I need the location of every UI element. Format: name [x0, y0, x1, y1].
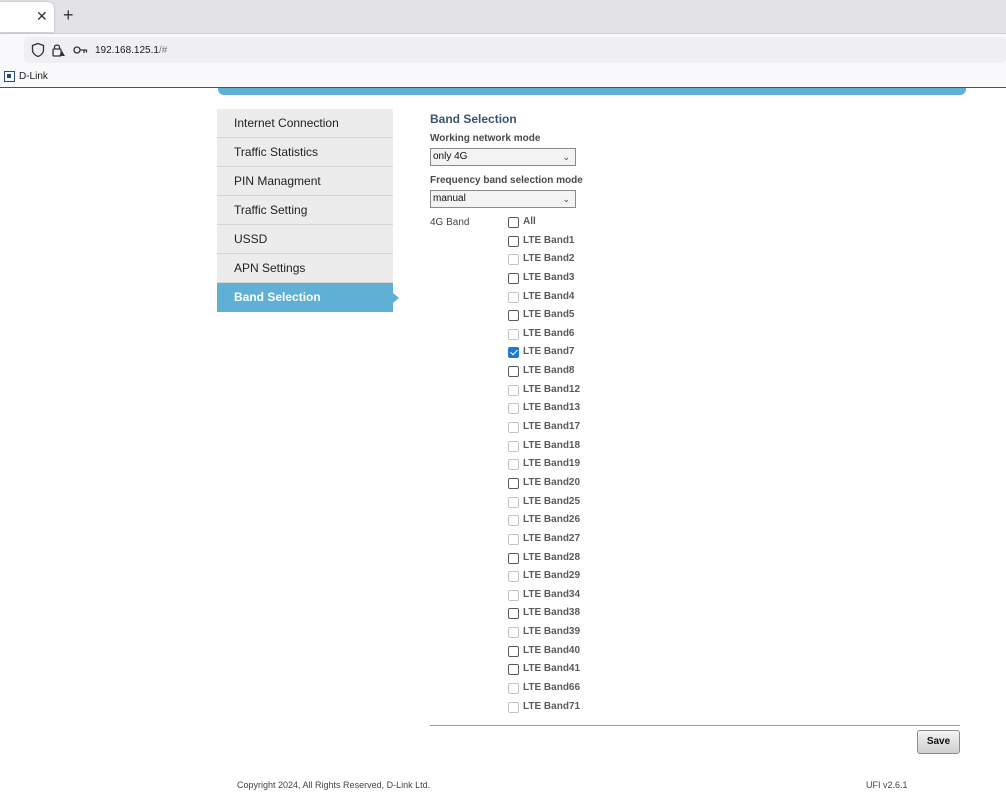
network-mode-select[interactable]: only 4G ⌄: [430, 148, 576, 166]
band-label: LTE Band13: [523, 402, 581, 414]
band-checkbox: [508, 440, 519, 452]
band-checkbox: [508, 291, 519, 303]
band-checkbox: [508, 515, 519, 527]
band-label: LTE Band12: [523, 383, 581, 395]
band-label: LTE Band29: [523, 570, 581, 582]
sidebar-menu: Internet Connection Traffic Statistics PIN…: [217, 109, 399, 312]
shield-icon[interactable]: [30, 42, 46, 58]
band-checkbox: [508, 589, 519, 601]
band-checkbox[interactable]: [508, 217, 519, 228]
header-accent-bar: [218, 88, 966, 95]
band-checkbox: [508, 459, 519, 471]
network-mode-label: Working network mode: [430, 133, 541, 144]
chevron-down-icon: ⌄: [562, 152, 570, 162]
band-label: LTE Band71: [523, 700, 581, 712]
band-label: LTE Band5: [523, 309, 575, 321]
band-checkbox[interactable]: [508, 608, 519, 620]
band-label: LTE Band4: [523, 290, 575, 302]
band-checkbox[interactable]: [508, 552, 519, 564]
band-checkbox: [508, 384, 519, 396]
browser-navbar: 192.168.125.1/#: [0, 34, 1006, 66]
band-group-label: 4G Band: [430, 217, 470, 228]
band-checkbox: [508, 533, 519, 545]
band-label: LTE Band28: [523, 551, 581, 563]
sidebar-item-internet-connection[interactable]: Internet Connection: [217, 109, 393, 138]
network-mode-value: only 4G: [433, 151, 468, 162]
sidebar-item-traffic-statistics[interactable]: Traffic Statistics: [217, 138, 393, 167]
dlink-favicon-icon: [4, 71, 15, 82]
sidebar-item-pin-managment[interactable]: PIN Managment: [217, 167, 393, 196]
band-label: LTE Band40: [523, 644, 581, 656]
band-checkbox[interactable]: [508, 645, 519, 657]
band-checkbox[interactable]: [508, 664, 519, 676]
band-checkbox: [508, 683, 519, 695]
band-checkbox[interactable]: [508, 477, 519, 489]
band-label: All: [523, 216, 536, 227]
browser-tab-strip: ✕ +: [0, 0, 1006, 34]
band-label: LTE Band17: [523, 421, 581, 433]
browser-tab[interactable]: ✕: [0, 2, 54, 32]
band-label: LTE Band3: [523, 271, 575, 283]
band-label: LTE Band6: [523, 327, 575, 339]
band-label: LTE Band8: [523, 365, 575, 377]
key-icon[interactable]: [72, 42, 88, 58]
band-checkbox: [508, 571, 519, 583]
sidebar-item-band-selection[interactable]: Band Selection: [217, 283, 399, 312]
band-label: LTE Band26: [523, 514, 581, 526]
bookmark-dlink[interactable]: D-Link: [19, 71, 48, 82]
band-checkbox: [508, 496, 519, 508]
band-label: LTE Band34: [523, 588, 581, 600]
band-label: LTE Band41: [523, 663, 581, 675]
close-tab-icon[interactable]: ✕: [36, 9, 48, 23]
band-label: LTE Band19: [523, 458, 581, 470]
new-tab-icon[interactable]: +: [63, 6, 74, 24]
band-label: LTE Band25: [523, 495, 581, 507]
band-checkbox: [508, 328, 519, 340]
band-checkbox: [508, 403, 519, 415]
divider: [430, 725, 960, 726]
sidebar-item-apn-settings[interactable]: APN Settings: [217, 254, 393, 283]
freq-mode-select[interactable]: manual ⌄: [430, 190, 576, 208]
bookmarks-bar: D-Link: [0, 66, 1006, 88]
band-label: LTE Band18: [523, 439, 581, 451]
url-path: /#: [158, 45, 168, 56]
version-text: UFI v2.6.1: [866, 780, 908, 790]
band-label: LTE Band20: [523, 476, 581, 488]
page-title: Band Selection: [430, 112, 517, 126]
chevron-down-icon: ⌄: [562, 194, 570, 204]
band-label: LTE Band7: [523, 346, 575, 358]
band-checkbox[interactable]: [508, 272, 519, 284]
copyright-text: Copyright 2024, All Rights Reserved, D-L…: [237, 780, 431, 790]
lock-warning-icon[interactable]: [50, 42, 66, 58]
band-checkbox: [508, 254, 519, 266]
freq-mode-label: Frequency band selection mode: [430, 175, 583, 186]
sidebar-item-traffic-setting[interactable]: Traffic Setting: [217, 196, 393, 225]
url-text[interactable]: 192.168.125.1/#: [95, 45, 167, 56]
band-checkbox[interactable]: [508, 347, 519, 359]
band-label: LTE Band39: [523, 626, 581, 638]
band-label: LTE Band2: [523, 253, 575, 265]
band-label: LTE Band66: [523, 682, 581, 694]
band-checkbox: [508, 701, 519, 713]
url-host: 192.168.125.1: [95, 45, 159, 56]
band-label: LTE Band27: [523, 532, 581, 544]
band-checkbox: [508, 627, 519, 639]
freq-mode-value: manual: [433, 193, 466, 204]
band-checkbox[interactable]: [508, 235, 519, 247]
band-checkbox: [508, 422, 519, 434]
band-checkbox[interactable]: [508, 366, 519, 378]
address-bar[interactable]: 192.168.125.1/#: [24, 37, 1006, 63]
sidebar-item-ussd[interactable]: USSD: [217, 225, 393, 254]
band-checkbox[interactable]: [508, 310, 519, 322]
save-button[interactable]: Save: [917, 730, 960, 754]
band-label: LTE Band1: [523, 234, 575, 246]
band-label: LTE Band38: [523, 607, 581, 619]
